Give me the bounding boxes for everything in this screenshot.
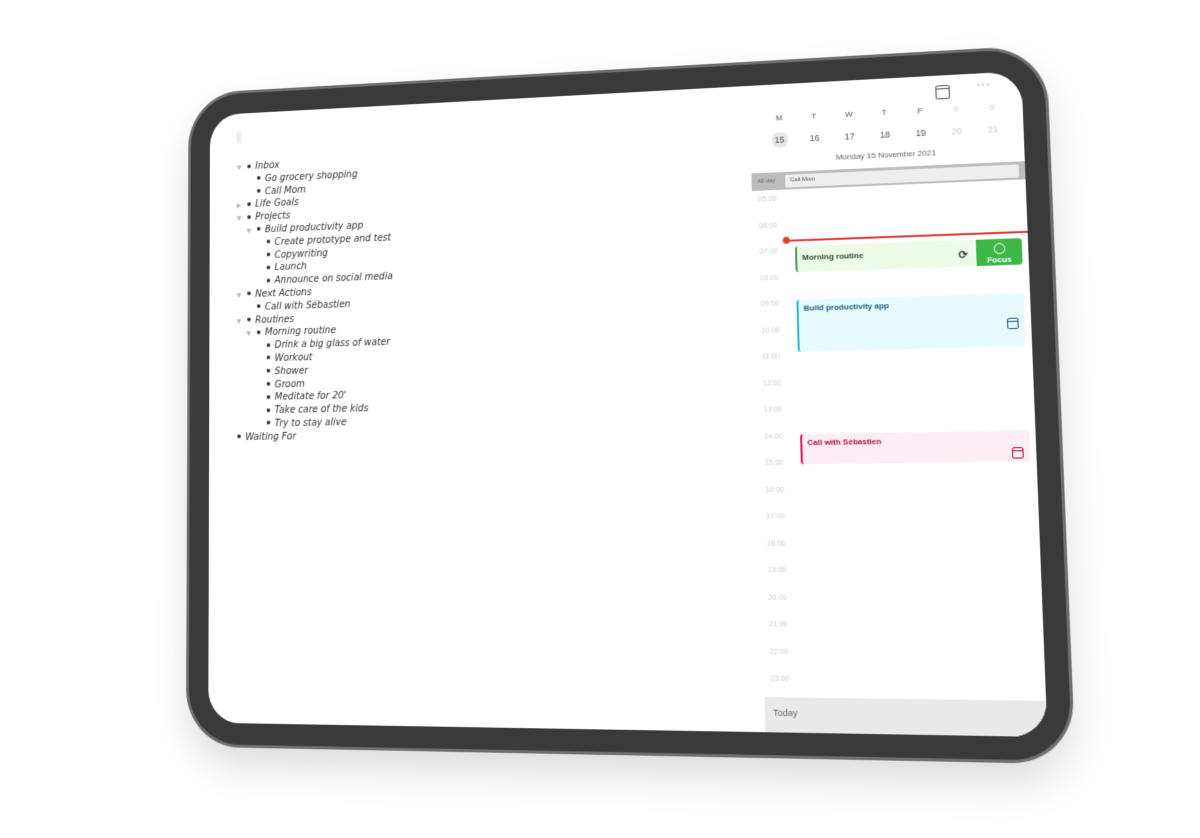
timeline: Morning routine ⟳ Focus Build productivi… [752,179,1048,737]
bullet-icon[interactable] [266,368,271,373]
bullet-icon[interactable] [256,188,261,193]
hour-label: 06:00 [758,219,778,230]
day-cell-selected[interactable]: 15 [762,131,797,149]
bullet-icon[interactable] [256,176,261,181]
hour-label: 18:00 [766,538,786,548]
outline-item-label[interactable]: Call Mom [265,185,306,197]
outline-item-label[interactable]: Waiting For [245,431,296,442]
bullet-icon[interactable] [266,265,271,270]
outline-item-label[interactable]: Shower [275,366,308,377]
bullet-icon[interactable] [266,342,271,347]
outline-item-label[interactable]: Take care of the kids [275,404,369,416]
bullet-icon[interactable] [256,227,261,232]
hour-label: 11:00 [761,351,781,361]
hour-label: 14:00 [763,430,783,441]
weekday-label: T [881,107,887,118]
hour-label: 15:00 [764,457,784,467]
bullet-icon[interactable] [237,434,241,439]
outline-item-label[interactable]: Inbox [255,160,279,171]
hour-label: 12:00 [762,377,782,388]
day-cell[interactable]: 19 [903,124,939,142]
hour-label: 17:00 [765,511,786,521]
today-button[interactable]: Today [764,697,1048,738]
more-icon[interactable]: ··· [976,79,991,92]
circle-icon [993,242,1005,255]
weekday-label: S [989,102,995,112]
bullet-icon[interactable] [247,317,251,322]
focus-button[interactable]: Focus [975,238,1023,267]
bullet-icon[interactable] [266,239,271,244]
bullet-icon[interactable] [266,252,271,257]
outline-item-label[interactable]: Life Goals [255,198,298,210]
day-cell[interactable]: 20 [938,122,975,140]
weekday-label: T [811,111,817,121]
calendar-icon [1006,317,1019,330]
bullet-icon[interactable] [247,202,251,207]
bullet-icon[interactable] [266,381,271,386]
hour-label: 08:00 [759,272,779,282]
hour-label: 09:00 [760,298,780,308]
bullet-icon[interactable] [256,304,261,309]
hour-label: 13:00 [763,404,783,414]
hour-label: 23:00 [770,673,790,683]
allday-label: All-day [757,178,776,185]
hour-label: 05:00 [757,193,777,204]
outline-item-label[interactable]: Workout [275,352,313,363]
hour-label: 22:00 [769,646,789,656]
outliner-panel: ⫼ ▼ Inbox Go grocery shopping Call Mom ▶ Life… [208,86,769,733]
bullet-icon[interactable] [266,355,271,360]
hour-label: 19:00 [767,565,787,575]
outline-item-label[interactable]: Routines [255,314,294,325]
hour-label: 10:00 [761,324,781,335]
hour-label: 20:00 [767,592,788,602]
bullet-icon[interactable] [266,421,271,425]
day-number: 15 [771,131,788,149]
outline-item-label[interactable]: Meditate for 20' [275,391,347,403]
calendar-icon [1011,447,1024,459]
weekday-label: S [952,104,959,114]
hour-label: 16:00 [765,484,785,494]
day-cell[interactable]: 16 [797,129,832,146]
event-title: Build productivity app [803,301,890,313]
bullet-icon[interactable] [266,408,271,412]
event-call-with-sebastien[interactable]: Call with Sébastien [800,430,1031,465]
screen: ⫼ ▼ Inbox Go grocery shopping Call Mom ▶ Life… [208,71,1048,738]
outline-item-label[interactable]: Next Actions [255,287,311,299]
weekday-label: M [775,113,783,123]
outline-item-label[interactable]: Call with Sébastien [265,299,351,312]
outline-item-label[interactable]: Try to stay alive [275,417,347,429]
outline-item-label[interactable]: Launch [275,262,307,273]
focus-label: Focus [986,254,1012,265]
bullet-icon[interactable] [247,291,251,296]
bullet-icon[interactable] [256,330,261,335]
day-cell[interactable]: 18 [867,126,903,144]
bullet-icon[interactable] [247,214,251,219]
day-cell[interactable]: 21 [974,121,1011,139]
outline-item-label[interactable]: Morning routine [265,326,336,338]
event-morning-routine[interactable]: Morning routine ⟳ Focus [794,238,1023,273]
outline-item-label[interactable]: Groom [275,379,305,390]
event-title: Morning routine [802,250,864,262]
calendar-panel: ··· M T W T F S S 15 16 17 18 19 20 21 M… [749,71,1048,738]
hour-label: 21:00 [768,619,788,629]
app-logo-icon: ⫼ [236,129,242,145]
bullet-icon[interactable] [266,278,271,283]
tablet-frame: ⫼ ▼ Inbox Go grocery shopping Call Mom ▶ Life… [188,47,1073,761]
bullet-icon[interactable] [247,163,251,168]
event-build-productivity-app[interactable]: Build productivity app [796,292,1026,352]
outline-item-label[interactable]: Copywriting [275,248,328,260]
repeat-icon: ⟳ [958,249,969,262]
day-cell[interactable]: 17 [832,128,868,145]
weekday-label: F [917,106,923,116]
outline-item-label[interactable]: Drink a big glass of water [275,337,390,351]
bullet-icon[interactable] [266,394,271,399]
hour-label: 07:00 [759,246,778,256]
event-title: Call with Sébastien [807,436,882,448]
outline-tree: ▼ Inbox Go grocery shopping Call Mom ▶ Life G… [227,154,394,445]
outline-item[interactable]: Waiting For [227,429,394,445]
calendar-icon[interactable] [935,84,951,100]
weekday-label: W [845,109,853,119]
outline-item-label[interactable]: Projects [255,211,290,223]
